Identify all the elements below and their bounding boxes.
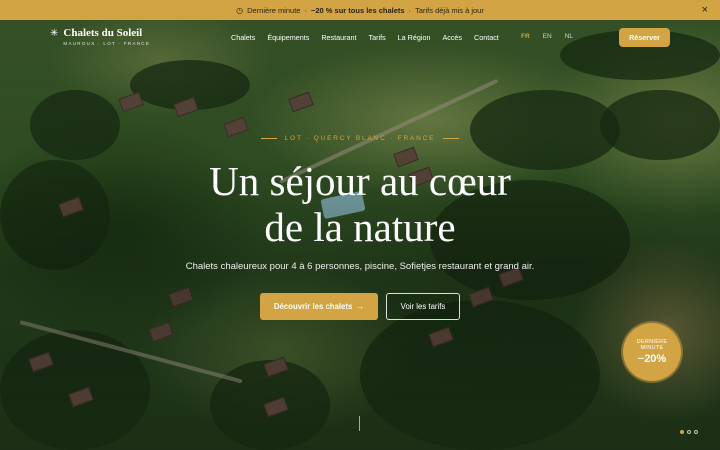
promo-banner: ◷ Dernière minute · −20 % sur tous les c… <box>0 0 720 20</box>
promo-note: Tarifs déjà mis à jour <box>415 5 484 15</box>
carousel-dot[interactable] <box>687 430 691 434</box>
badge-line-2: MINUTE <box>640 345 664 351</box>
main-nav: Chalets Équipements Restaurant Tarifs La… <box>231 33 511 42</box>
carousel-dot[interactable] <box>680 430 684 434</box>
discover-chalets-button[interactable]: Découvrir les chalets → <box>260 293 378 320</box>
logo-name: Chalets du Soleil <box>63 27 143 39</box>
badge-discount: −20% <box>637 353 667 365</box>
lang-en[interactable]: EN <box>543 33 552 40</box>
nav-link-region[interactable]: La Région <box>398 33 431 42</box>
eyebrow-divider <box>443 138 460 139</box>
discover-chalets-label: Découvrir les chalets <box>273 302 353 311</box>
clock-icon: ◷ <box>236 5 244 15</box>
nav-link-acces[interactable]: Accès <box>442 33 462 42</box>
site-logo[interactable]: ✳ Chalets du Soleil MAUROUX · LOT · FRAN… <box>50 27 151 47</box>
hero-eyebrow: LOT · QUERCY BLANC · FRANCE <box>0 135 720 142</box>
view-prices-button[interactable]: Voir les tarifs <box>386 293 460 320</box>
nav-link-equipements[interactable]: Équipements <box>267 33 309 42</box>
last-minute-badge[interactable]: DERNIÈRE MINUTE −20% <box>623 323 681 381</box>
sun-icon: ✳ <box>50 28 59 39</box>
eyebrow-divider <box>260 138 277 139</box>
scroll-indicator <box>359 416 360 431</box>
lang-fr[interactable]: FR <box>521 33 530 40</box>
carousel-dot[interactable] <box>694 430 698 434</box>
hero-title-line-2: de la nature <box>264 204 456 250</box>
promo-label: Dernière minute <box>247 5 301 15</box>
promo-separator: · <box>408 5 412 15</box>
language-switcher: FR EN NL <box>521 33 573 40</box>
logo-tagline: MAUROUX · LOT · FRANCE <box>63 41 151 46</box>
nav-link-chalets[interactable]: Chalets <box>231 33 255 42</box>
hero-title-line-1: Un séjour au cœur <box>209 158 511 204</box>
close-icon[interactable]: × <box>702 4 708 16</box>
nav-link-tarifs[interactable]: Tarifs <box>369 33 386 42</box>
promo-separator: · <box>304 5 307 15</box>
lang-nl[interactable]: NL <box>565 33 573 40</box>
arrow-right-icon: → <box>356 302 365 311</box>
eyebrow-text: LOT · QUERCY BLANC · FRANCE <box>284 135 436 142</box>
site-header: ✳ Chalets du Soleil MAUROUX · LOT · FRAN… <box>0 20 720 56</box>
hero-subtitle: Chalets chaleureux pour 4 à 6 personnes,… <box>185 261 535 272</box>
promo-offer: −20 % sur tous les chalets <box>310 5 405 15</box>
hero-title: Un séjour au cœur de la nature <box>0 158 720 250</box>
nav-link-contact[interactable]: Contact <box>474 33 499 42</box>
carousel-dots <box>680 430 698 434</box>
nav-link-restaurant[interactable]: Restaurant <box>321 33 356 42</box>
reserve-button[interactable]: Réserver <box>619 28 670 47</box>
